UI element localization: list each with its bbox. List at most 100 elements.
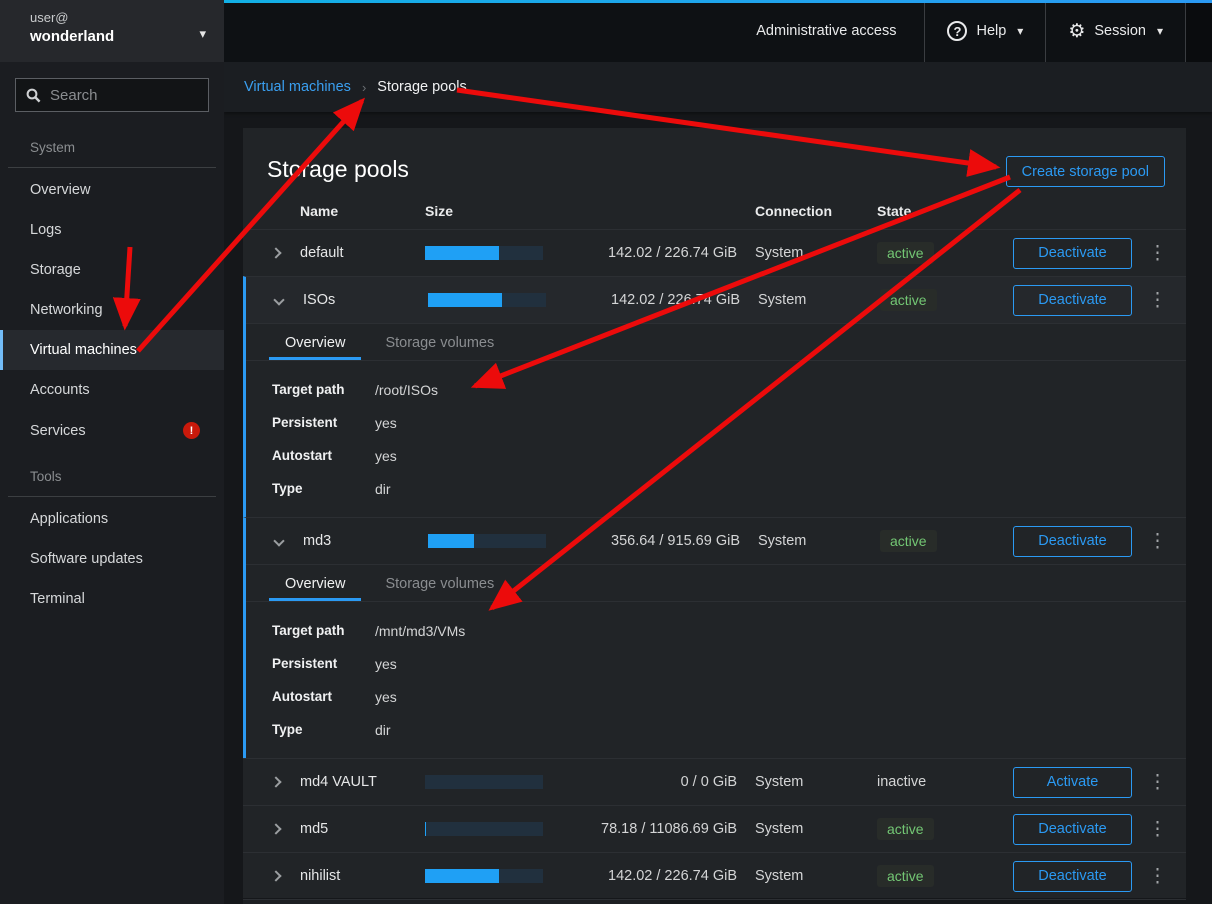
- target-path-value: /mnt/md3/VMs: [375, 623, 465, 639]
- size-cell: 356.64 / 915.69 GiB: [428, 533, 758, 549]
- persistent-value: yes: [375, 415, 397, 431]
- sidebar-item-accounts[interactable]: Accounts: [0, 370, 224, 410]
- administrative-access-button[interactable]: Administrative access: [728, 0, 924, 62]
- sidebar-item-label: Networking: [30, 302, 103, 318]
- size-text: 356.64 / 915.69 GiB: [546, 533, 758, 549]
- breadcrumb-separator-icon: ›: [362, 80, 366, 95]
- pool-name: md3: [303, 533, 428, 549]
- connection-cell: System: [755, 774, 877, 790]
- kebab-menu-icon[interactable]: ⋮: [1145, 865, 1170, 888]
- breadcrumb-virtual-machines-link[interactable]: Virtual machines: [244, 79, 351, 95]
- kebab-menu-icon[interactable]: ⋮: [1145, 818, 1170, 841]
- expand-cell: [246, 532, 303, 550]
- sidebar-item-virtual-machines[interactable]: Virtual machines: [0, 330, 224, 370]
- kebab-menu-icon[interactable]: ⋮: [1145, 289, 1170, 312]
- chevron-down-icon[interactable]: [273, 535, 284, 546]
- autostart-label: Autostart: [272, 448, 375, 463]
- tab-storage-volumes[interactable]: Storage volumes: [369, 327, 510, 360]
- chevron-right-icon[interactable]: [270, 776, 281, 787]
- autostart-label: Autostart: [272, 689, 375, 704]
- tab-storage-volumes[interactable]: Storage volumes: [369, 568, 510, 601]
- type-label: Type: [272, 722, 375, 737]
- usage-bar: [425, 822, 543, 836]
- tab-overview[interactable]: Overview: [269, 568, 361, 601]
- chevron-right-icon[interactable]: [270, 247, 281, 258]
- sidebar-item-label: Applications: [30, 511, 108, 527]
- sidebar-item-storage[interactable]: Storage: [0, 250, 224, 290]
- persistent-value: yes: [375, 656, 397, 672]
- state-cell: active: [880, 289, 1006, 311]
- deactivate-button[interactable]: Deactivate: [1013, 861, 1132, 892]
- host-name: wonderland: [30, 28, 208, 45]
- type-label: Type: [272, 481, 375, 496]
- state-cell: inactive: [877, 774, 1003, 790]
- activate-button[interactable]: Activate: [1013, 767, 1132, 798]
- sidebar-item-label: Software updates: [30, 551, 143, 567]
- pool-details: Target path /root/ISOs Persistent yes Au…: [246, 360, 1186, 517]
- nav-heading-tools: Tools: [0, 451, 224, 492]
- size-cell: 142.02 / 226.74 GiB: [425, 245, 755, 261]
- deactivate-button[interactable]: Deactivate: [1013, 285, 1132, 316]
- kebab-menu-icon[interactable]: ⋮: [1145, 771, 1170, 794]
- sidebar-item-label: Virtual machines: [30, 342, 137, 358]
- session-menu[interactable]: ⚙ Session ▾: [1046, 0, 1185, 62]
- size-text: 142.02 / 226.74 GiB: [543, 245, 755, 261]
- expand-cell: [246, 291, 303, 309]
- detail-row: Persistent yes: [272, 647, 1186, 680]
- create-storage-pool-button[interactable]: Create storage pool: [1006, 156, 1165, 187]
- detail-row: Type dir: [272, 472, 1186, 505]
- type-value: dir: [375, 722, 391, 738]
- sidebar-item-overview[interactable]: Overview: [0, 170, 224, 210]
- sidebar-item-services[interactable]: Services !: [0, 410, 224, 451]
- usage-bar-fill: [425, 869, 499, 883]
- usage-bar-fill: [428, 293, 502, 307]
- table-row: md5 78.18 / 11086.69 GiB System active D…: [243, 805, 1186, 852]
- state-cell: active: [877, 865, 1003, 887]
- sidebar-item-label: Services: [30, 423, 86, 439]
- status-badge: active: [877, 818, 934, 840]
- sidebar-item-networking[interactable]: Networking: [0, 290, 224, 330]
- deactivate-button[interactable]: Deactivate: [1013, 238, 1132, 269]
- table-row: md4 VAULT 0 / 0 GiB System inactive Acti…: [243, 758, 1186, 805]
- chevron-right-icon[interactable]: [270, 870, 281, 881]
- masthead-end: [1186, 0, 1212, 62]
- detail-row: Target path /mnt/md3/VMs: [272, 614, 1186, 647]
- chevron-down-icon[interactable]: [273, 294, 284, 305]
- status-badge: active: [880, 289, 937, 311]
- deactivate-button[interactable]: Deactivate: [1013, 526, 1132, 557]
- nav-divider: [8, 496, 216, 497]
- sidebar-item-software-updates[interactable]: Software updates: [0, 539, 224, 579]
- search-box[interactable]: [15, 78, 209, 112]
- pool-name: md5: [300, 821, 425, 837]
- usage-bar-fill: [425, 822, 426, 836]
- deactivate-button[interactable]: Deactivate: [1013, 814, 1132, 845]
- usage-bar: [428, 534, 546, 548]
- detail-row: Type dir: [272, 713, 1186, 746]
- state-cell: active: [877, 242, 1003, 264]
- sidebar-item-applications[interactable]: Applications: [0, 499, 224, 539]
- sidebar-item-label: Storage: [30, 262, 81, 278]
- sidebar-item-logs[interactable]: Logs: [0, 210, 224, 250]
- detail-row: Target path /root/ISOs: [272, 373, 1186, 406]
- autostart-value: yes: [375, 689, 397, 705]
- detail-row: Persistent yes: [272, 406, 1186, 439]
- actions-cell: Deactivate ⋮: [1003, 861, 1186, 892]
- chevron-right-icon[interactable]: [270, 823, 281, 834]
- masthead: Administrative access ? Help ▾ ⚙ Session…: [224, 0, 1212, 62]
- status-badge: active: [880, 530, 937, 552]
- chevron-down-icon: ▾: [199, 26, 206, 42]
- sidebar-item-label: Terminal: [30, 591, 85, 607]
- kebab-menu-icon[interactable]: ⋮: [1145, 530, 1170, 553]
- sidebar-item-terminal[interactable]: Terminal: [0, 579, 224, 619]
- search-icon: [26, 88, 41, 103]
- search-input[interactable]: [50, 87, 198, 104]
- cockpit-window: user@ wonderland ▾ System Overview Logs …: [0, 0, 1212, 904]
- table-header: Name Size Connection State: [243, 203, 1186, 229]
- usage-bar-fill: [425, 246, 499, 260]
- sidebar-item-label: Overview: [30, 182, 90, 198]
- user-name: user@: [30, 10, 208, 25]
- help-menu[interactable]: ? Help ▾: [925, 0, 1045, 62]
- tab-overview[interactable]: Overview: [269, 327, 361, 360]
- user-menu[interactable]: user@ wonderland ▾: [0, 0, 224, 62]
- kebab-menu-icon[interactable]: ⋮: [1145, 242, 1170, 265]
